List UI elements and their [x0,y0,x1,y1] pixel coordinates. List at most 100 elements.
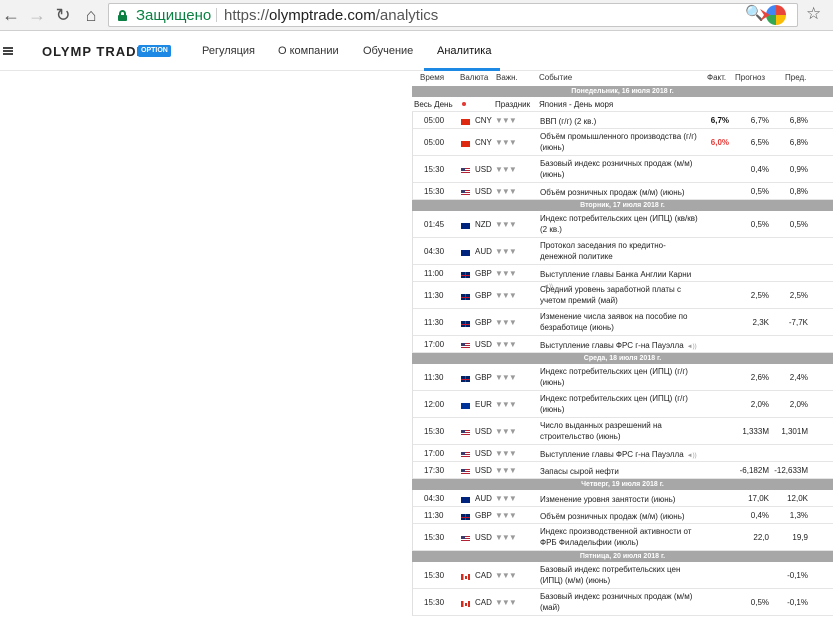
event-name[interactable]: Выступление главы ФРС г-на Пауэлла ◄)) [540,340,700,353]
back-arrow-icon[interactable]: ← [0,4,22,26]
event-name[interactable]: Индекс потребительских цен (ИПЦ) (кв/кв)… [540,213,700,235]
forward-arrow-icon[interactable]: → [26,4,48,26]
event-row[interactable]: 15:30 USD ▼▼▼ Объём розничных продаж (м/м) … [412,183,833,200]
event-row[interactable]: 04:30 AUD ▼▼▼ Протокол заседания по кредитн… [412,238,833,265]
event-currency: AUD [475,494,492,503]
event-name[interactable]: Объём промышленного производства (г/г) (… [540,131,700,153]
event-forecast: 6,7% [750,116,769,125]
event-name[interactable]: Базовый индекс потребительских цен (ИПЦ)… [540,564,700,586]
event-forecast: 2,6% [750,373,769,382]
calendar-body: Понедельник, 16 июля 2018 г. Весь День Пра… [412,86,833,616]
importance-bulls-icon: ▼▼▼ [495,400,517,409]
event-title: Изменение уровня занятости (июнь) [540,495,676,504]
importance-bulls-icon: ▼▼▼ [495,269,517,278]
header-actual: Факт. [707,73,727,82]
event-row[interactable]: 04:30 AUD ▼▼▼ Изменение уровня занятости (и… [412,490,833,507]
event-name[interactable]: Число выданных разрешений на строительст… [540,420,700,442]
extension-icon[interactable] [766,5,786,25]
importance-bulls-icon: ▼▼▼ [495,187,517,196]
event-forecast: 0,5% [750,187,769,196]
event-previous: 6,8% [789,138,808,147]
flag-gb-icon [461,514,470,520]
event-name[interactable]: Протокол заседания по кредитно-денежной … [540,240,700,262]
day-separator: Среда, 18 июля 2018 г. [412,353,833,364]
nav-item-about[interactable]: О компании [278,45,339,57]
url-text[interactable]: https://olymptrade.com/analytics [224,7,438,24]
event-name[interactable]: Индекс потребительских цен (ИПЦ) (г/г) (… [540,393,700,415]
event-currency: USD [475,187,492,196]
browser-toolbar: ← → ↻ ⌂ Защищено https://olymptrade.com/… [0,0,833,31]
importance-bulls-icon: ▼▼▼ [495,220,517,229]
importance-bulls-icon: ▼▼▼ [495,138,517,147]
event-previous: 1,301M [781,427,808,436]
event-row[interactable]: 11:30 GBP ▼▼▼ Индекс потребительских цен (И… [412,364,833,391]
nav-item-analytics[interactable]: Аналитика [437,45,491,57]
importance-bulls-icon: ▼▼▼ [495,116,517,125]
event-row[interactable]: 12:00 EUR ▼▼▼ Индекс потребительских цен (И… [412,391,833,418]
event-title: Индекс потребительских цен (ИПЦ) (кв/кв)… [540,214,698,234]
event-row[interactable]: 11:30 GBP ▼▼▼ Изменение числа заявок на пос… [412,309,833,336]
event-name[interactable]: Базовый индекс розничных продаж (м/м) (и… [540,158,700,180]
event-row[interactable]: 05:00 CNY ▼▼▼ Объём промышленного производс… [412,129,833,156]
event-row[interactable]: 15:30 USD ▼▼▼ Базовый индекс розничных прод… [412,156,833,183]
event-title: Число выданных разрешений на строительст… [540,421,662,441]
header-currency: Валюта [460,73,489,82]
event-time: 17:00 [424,449,445,458]
zoom-search-icon[interactable]: 🔍 [745,4,764,22]
event-name[interactable]: Изменение уровня занятости (июнь) [540,494,700,505]
event-title: Изменение числа заявок на пособие по без… [540,312,688,332]
event-row[interactable]: 01:45 NZD ▼▼▼ Индекс потребительских цен (И… [412,211,833,238]
event-name[interactable]: ВВП (г/г) (2 кв.) [540,116,700,127]
event-name[interactable]: Средний уровень заработной платы с учето… [540,284,700,306]
event-time: 11:30 [424,291,444,300]
event-row[interactable]: 11:00 GBP ▼▼▼ Выступление главы Банка Англи… [412,265,833,290]
site-logo[interactable]: OLYMP TRADE [42,44,146,59]
hamburger-menu-icon[interactable] [3,47,13,55]
bookmark-star-icon[interactable]: ☆ [806,4,821,24]
flag-us-icon [461,343,470,349]
event-row[interactable]: 17:30 USD ▼▼▼ Запасы сырой нефти -6,182M -12,… [412,462,833,479]
event-time: 15:30 [424,187,445,196]
importance-bulls-icon: ▼▼▼ [495,466,517,475]
event-name[interactable]: Базовый индекс розничных продаж (м/м) (м… [540,591,700,613]
holiday-type: Праздник [495,100,531,109]
event-currency: CNY [475,116,492,125]
event-row[interactable]: 17:00 USD ▼▼▼ Выступление главы ФРС г-на Па… [412,445,833,462]
event-previous: 0,8% [789,187,808,196]
importance-bulls-icon: ▼▼▼ [495,533,517,542]
event-row[interactable]: 15:30 CAD ▼▼▼ Базовый индекс потребительски… [412,562,833,589]
event-forecast: -6,182M [739,466,769,475]
event-name[interactable]: Индекс производственной активности от ФР… [540,526,700,548]
event-row[interactable]: 15:30 USD ▼▼▼ Индекс производственной актив… [412,524,833,551]
event-name[interactable]: Изменение числа заявок на пособие по без… [540,311,700,333]
event-time: 04:30 [424,247,445,256]
day-separator: Четверг, 19 июля 2018 г. [412,479,833,490]
reload-icon[interactable]: ↻ [52,4,74,26]
event-name[interactable]: Выступление главы ФРС г-на Пауэлла ◄)) [540,449,700,462]
nav-item-regulation[interactable]: Регуляция [202,45,255,57]
flag-us-icon [461,430,470,436]
event-time: 11:30 [424,373,444,382]
event-currency: CNY [475,138,492,147]
event-name[interactable]: Объём розничных продаж (м/м) (июнь) [540,187,700,198]
event-name[interactable]: Индекс потребительских цен (ИПЦ) (г/г) (… [540,366,700,388]
nav-item-education[interactable]: Обучение [363,45,413,57]
event-row[interactable]: 15:30 USD ▼▼▼ Число выданных разрешений на … [412,418,833,445]
home-icon[interactable]: ⌂ [80,4,102,26]
address-bar[interactable]: Защищено https://olymptrade.com/analytic… [108,3,798,27]
event-row[interactable]: 05:00 CNY ▼▼▼ ВВП (г/г) (2 кв.) 6,7% 6,7% 6,8% [412,112,833,129]
event-previous: 12,0K [787,494,808,503]
event-time: 15:30 [424,533,445,542]
event-row[interactable]: 17:00 USD ▼▼▼ Выступление главы ФРС г-на Па… [412,336,833,353]
event-row[interactable]: 11:30 GBP ▼▼▼ Средний уровень заработной пл… [412,282,833,309]
event-name[interactable]: Запасы сырой нефти [540,466,700,477]
event-name[interactable]: Объём розничных продаж (м/м) (июнь) [540,511,700,522]
event-previous: 6,8% [789,116,808,125]
event-currency: USD [475,449,492,458]
event-time: 15:30 [424,598,445,607]
event-currency: GBP [475,269,492,278]
event-title: Объём розничных продаж (м/м) (июнь) [540,512,685,521]
event-row[interactable]: 11:30 GBP ▼▼▼ Объём розничных продаж (м/м) … [412,507,833,524]
event-row[interactable]: 15:30 CAD ▼▼▼ Базовый индекс розничных прод… [412,589,833,616]
event-title: Выступление главы ФРС г-на Пауэлла [540,450,684,459]
